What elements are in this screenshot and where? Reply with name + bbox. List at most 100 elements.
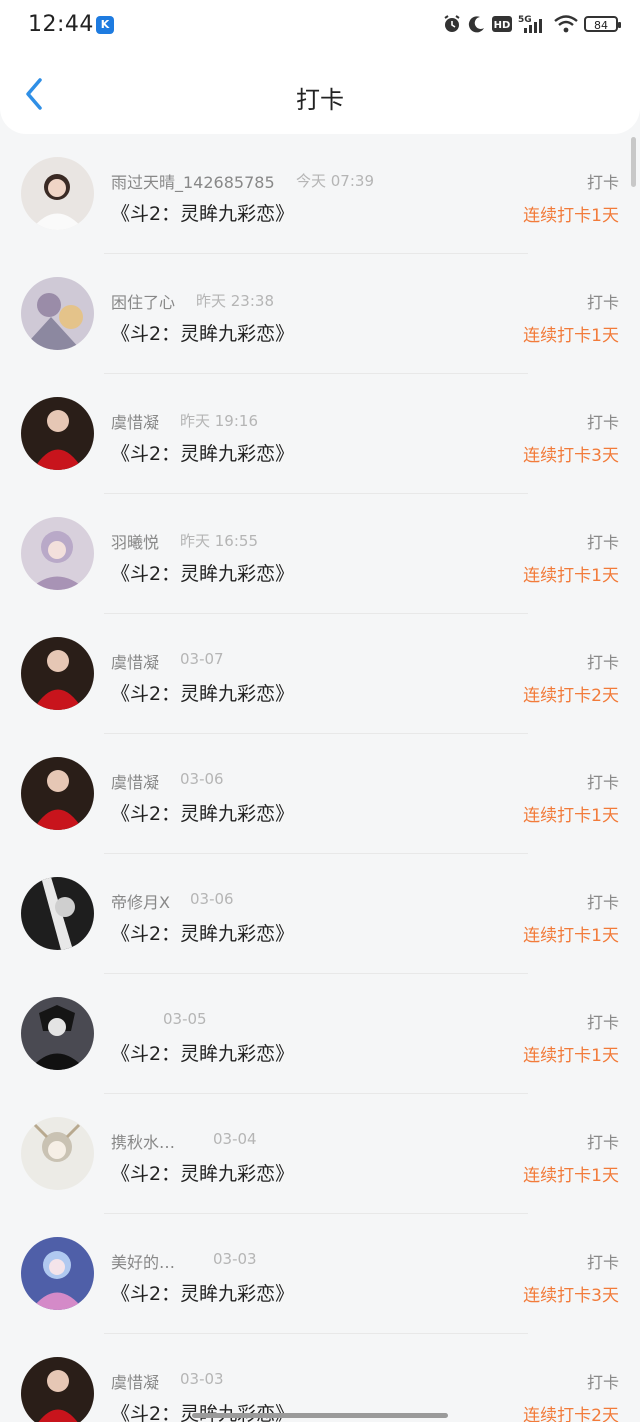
divider <box>104 1213 528 1214</box>
avatar[interactable] <box>21 157 94 230</box>
streak-label: 连续打卡2天 <box>523 1406 619 1422</box>
list-item[interactable]: 帝修月X 03-06 《斗2：灵眸九彩恋》 打卡 连续打卡1天 <box>0 859 640 979</box>
streak-label: 连续打卡3天 <box>523 446 619 466</box>
list-item[interactable]: 虞惜凝 03-03 《斗2：灵眸九彩恋》 打卡 连续打卡2天 <box>0 1339 640 1422</box>
list-item[interactable]: 困住了心 昨天 23:38 《斗2：灵眸九彩恋》 打卡 连续打卡1天 <box>0 259 640 379</box>
avatar[interactable] <box>21 277 94 350</box>
checkin-tag: 打卡 <box>586 653 619 672</box>
checkin-tag: 打卡 <box>586 773 619 792</box>
divider <box>104 493 528 494</box>
streak-label: 连续打卡1天 <box>523 806 619 826</box>
checkin-tag: 打卡 <box>586 413 619 432</box>
checkin-tag: 打卡 <box>586 533 619 552</box>
list-item[interactable]: 雨过天晴_142685785 今天 07:39 《斗2：灵眸九彩恋》 打卡 连续… <box>0 139 640 259</box>
streak-label: 连续打卡2天 <box>523 686 619 706</box>
checkin-tag: 打卡 <box>586 1013 619 1032</box>
checkin-time: 03-05 <box>163 1010 207 1028</box>
book-title[interactable]: 《斗2：灵眸九彩恋》 <box>111 919 294 946</box>
status-icons: HD 5G 84 <box>442 14 621 34</box>
checkin-tag: 打卡 <box>586 1253 619 1272</box>
list-item[interactable]: 美好的… 03-03 《斗2：灵眸九彩恋》 打卡 连续打卡3天 <box>0 1219 640 1339</box>
streak-label: 连续打卡1天 <box>523 1046 619 1066</box>
streak-label: 连续打卡1天 <box>523 926 619 946</box>
app-notification-icon: K <box>96 16 114 34</box>
avatar[interactable] <box>21 997 94 1070</box>
book-title[interactable]: 《斗2：灵眸九彩恋》 <box>111 199 294 226</box>
user-name[interactable]: 雨过天晴_142685785 <box>111 169 275 193</box>
divider <box>104 973 528 974</box>
user-name[interactable]: 美好的… <box>111 1249 175 1273</box>
avatar[interactable] <box>21 877 94 950</box>
user-name[interactable]: 虞惜凝 <box>111 649 159 673</box>
wifi-icon <box>554 15 578 33</box>
checkin-time: 昨天 19:16 <box>180 412 258 430</box>
page-title: 打卡 <box>296 86 344 114</box>
list-item[interactable]: 虞惜凝 03-07 《斗2：灵眸九彩恋》 打卡 连续打卡2天 <box>0 619 640 739</box>
checkin-time: 03-06 <box>180 770 224 788</box>
streak-label: 连续打卡1天 <box>523 1166 619 1186</box>
book-title[interactable]: 《斗2：灵眸九彩恋》 <box>111 799 294 826</box>
checkin-time: 03-03 <box>180 1370 224 1388</box>
list-item[interactable]: 携秋水… 03-04 《斗2：灵眸九彩恋》 打卡 连续打卡1天 <box>0 1099 640 1219</box>
divider <box>104 373 528 374</box>
divider <box>104 733 528 734</box>
list-item[interactable]: 03-05 《斗2：灵眸九彩恋》 打卡 连续打卡1天 <box>0 979 640 1099</box>
streak-label: 连续打卡3天 <box>523 1286 619 1306</box>
checkin-tag: 打卡 <box>586 893 619 912</box>
alarm-icon <box>444 15 460 32</box>
checkin-time: 03-06 <box>190 890 234 908</box>
home-indicator[interactable] <box>192 1413 448 1418</box>
user-name[interactable]: 帝修月X <box>111 889 170 913</box>
book-title[interactable]: 《斗2：灵眸九彩恋》 <box>111 439 294 466</box>
avatar[interactable] <box>21 1117 94 1190</box>
svg-text:5G: 5G <box>518 15 532 25</box>
user-name[interactable]: 携秋水… <box>111 1129 175 1153</box>
battery-icon: 84 <box>584 16 621 32</box>
checkin-time: 今天 07:39 <box>296 172 374 190</box>
book-title[interactable]: 《斗2：灵眸九彩恋》 <box>111 1279 294 1306</box>
book-title[interactable]: 《斗2：灵眸九彩恋》 <box>111 679 294 706</box>
status-bar: 12:44 K HD 5G 84 <box>0 0 640 52</box>
divider <box>104 253 528 254</box>
book-title[interactable]: 《斗2：灵眸九彩恋》 <box>111 1159 294 1186</box>
list-item[interactable]: 羽曦悦 昨天 16:55 《斗2：灵眸九彩恋》 打卡 连续打卡1天 <box>0 499 640 619</box>
divider <box>104 613 528 614</box>
avatar[interactable] <box>21 757 94 830</box>
screen: 12:44 K HD 5G 84 打卡 雨过天晴_142685785 今天 07… <box>0 0 640 1422</box>
checkin-tag: 打卡 <box>586 1373 619 1392</box>
streak-label: 连续打卡1天 <box>523 206 619 226</box>
user-name[interactable]: 虞惜凝 <box>111 769 159 793</box>
book-title[interactable]: 《斗2：灵眸九彩恋》 <box>111 1399 294 1422</box>
checkin-time: 03-07 <box>180 650 224 668</box>
moon-icon <box>468 16 484 33</box>
streak-label: 连续打卡1天 <box>523 326 619 346</box>
checkin-tag: 打卡 <box>586 1133 619 1152</box>
user-name[interactable]: 羽曦悦 <box>111 529 159 553</box>
checkin-list: 雨过天晴_142685785 今天 07:39 《斗2：灵眸九彩恋》 打卡 连续… <box>0 139 640 1422</box>
signal-5g-icon: 5G <box>518 15 542 33</box>
divider <box>104 853 528 854</box>
user-name[interactable]: 虞惜凝 <box>111 409 159 433</box>
list-item[interactable]: 虞惜凝 昨天 19:16 《斗2：灵眸九彩恋》 打卡 连续打卡3天 <box>0 379 640 499</box>
avatar[interactable] <box>21 637 94 710</box>
avatar[interactable] <box>21 1237 94 1310</box>
checkin-tag: 打卡 <box>586 173 619 192</box>
avatar[interactable] <box>21 397 94 470</box>
user-name[interactable]: 虞惜凝 <box>111 1369 159 1393</box>
avatar[interactable] <box>21 1357 94 1422</box>
checkin-tag: 打卡 <box>586 293 619 312</box>
divider <box>104 1333 528 1334</box>
checkin-time: 03-03 <box>213 1250 257 1268</box>
checkin-time: 昨天 16:55 <box>180 532 258 550</box>
book-title[interactable]: 《斗2：灵眸九彩恋》 <box>111 1039 294 1066</box>
list-item[interactable]: 虞惜凝 03-06 《斗2：灵眸九彩恋》 打卡 连续打卡1天 <box>0 739 640 859</box>
scrollbar[interactable] <box>631 137 636 187</box>
book-title[interactable]: 《斗2：灵眸九彩恋》 <box>111 319 294 346</box>
book-title[interactable]: 《斗2：灵眸九彩恋》 <box>111 559 294 586</box>
checkin-time: 昨天 23:38 <box>196 292 274 310</box>
avatar[interactable] <box>21 517 94 590</box>
divider <box>104 1093 528 1094</box>
user-name[interactable]: 困住了心 <box>111 289 175 313</box>
streak-label: 连续打卡1天 <box>523 566 619 586</box>
svg-text:HD: HD <box>494 20 511 31</box>
